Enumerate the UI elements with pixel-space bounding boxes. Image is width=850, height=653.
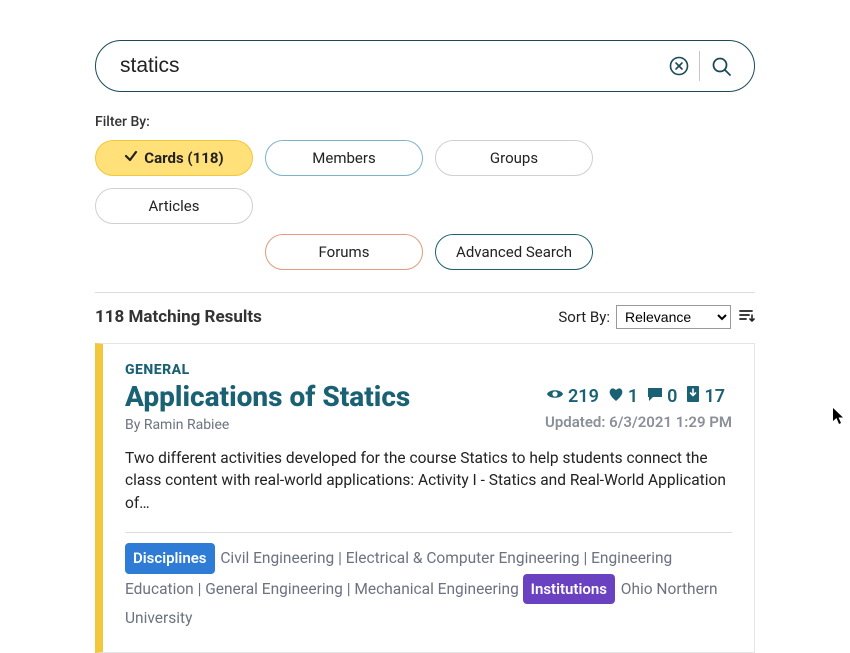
check-icon <box>124 149 138 167</box>
filter-advanced[interactable]: Advanced Search <box>435 234 593 270</box>
filter-members[interactable]: Members <box>265 140 423 176</box>
results-header: 118 Matching Results Sort By: Relevance <box>95 305 755 329</box>
stat-comments: 0 <box>646 385 677 408</box>
sort-direction-icon[interactable] <box>737 306 755 328</box>
card-tags: Disciplines Civil Engineering | Electric… <box>125 543 732 633</box>
search-icon[interactable] <box>710 55 732 77</box>
disciplines-badge[interactable]: Disciplines <box>125 543 215 574</box>
results-count: 118 Matching Results <box>95 307 262 327</box>
card-updated: Updated: 6/3/2021 1:29 PM <box>545 413 732 431</box>
filter-articles[interactable]: Articles <box>95 188 253 224</box>
filter-cards[interactable]: Cards (118) <box>95 140 253 176</box>
card-category: GENERAL <box>125 362 410 378</box>
download-icon <box>685 385 701 408</box>
search-bar <box>95 40 755 92</box>
sort-group: Sort By: Relevance <box>558 305 755 329</box>
card-title[interactable]: Applications of Statics <box>125 380 410 413</box>
stat-views-value: 219 <box>568 386 599 407</box>
filter-groups[interactable]: Groups <box>435 140 593 176</box>
filter-by-label: Filter By: <box>95 114 755 130</box>
filter-cards-label: Cards (118) <box>144 149 223 167</box>
stat-views: 219 <box>545 384 599 409</box>
stat-downloads-value: 17 <box>704 386 725 407</box>
search-input[interactable] <box>118 53 659 79</box>
card-stats: 219 1 0 <box>545 384 732 409</box>
divider <box>125 532 732 533</box>
stat-likes-value: 1 <box>628 386 638 407</box>
stat-comments-value: 0 <box>667 386 677 407</box>
stat-downloads: 17 <box>685 385 725 408</box>
clear-icon[interactable] <box>669 56 689 76</box>
divider <box>95 292 755 293</box>
sort-select[interactable]: Relevance <box>616 305 731 329</box>
filter-forums[interactable]: Forums <box>265 234 423 270</box>
divider <box>699 51 700 81</box>
sort-by-label: Sort By: <box>558 308 610 326</box>
filter-row-2: Forums Advanced Search <box>265 234 755 270</box>
institutions-badge[interactable]: Institutions <box>523 574 615 605</box>
card-byline: By Ramin Rabiee <box>125 417 410 433</box>
eye-icon <box>545 384 565 409</box>
comment-icon <box>646 385 664 408</box>
heart-icon <box>607 385 625 408</box>
result-card[interactable]: GENERAL Applications of Statics By Ramin… <box>95 343 755 653</box>
filter-row-1: Cards (118) Members Groups Articles <box>95 140 755 224</box>
stat-likes: 1 <box>607 385 638 408</box>
card-description: Two different activities developed for t… <box>125 447 732 514</box>
